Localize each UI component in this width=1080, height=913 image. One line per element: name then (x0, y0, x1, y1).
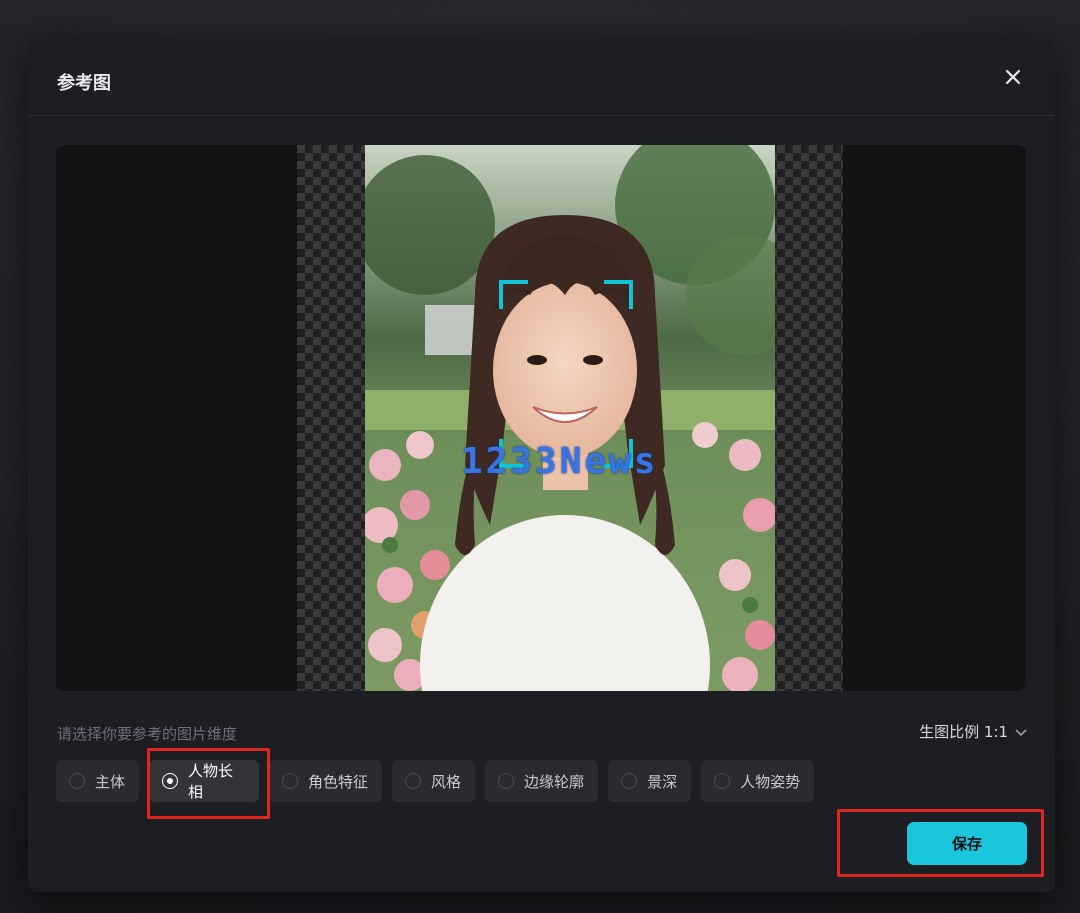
option-edge-contour[interactable]: 边缘轮廓 (485, 760, 599, 802)
dimension-prompt-label: 请选择你要参考的图片维度 (57, 725, 238, 743)
option-label: 人物姿势 (740, 772, 801, 791)
aspect-ratio-dropdown[interactable]: 生图比例 1:1 (919, 721, 1028, 742)
dialog-title: 参考图 (57, 73, 111, 94)
option-label: 风格 (431, 772, 462, 791)
radio-icon (282, 773, 299, 789)
annotation-highlight-option (147, 748, 270, 819)
chevron-down-icon (1015, 728, 1027, 736)
option-label: 边缘轮廓 (524, 772, 585, 791)
aspect-ratio-label: 生图比例 1:1 (919, 723, 1008, 741)
radio-icon (498, 773, 515, 789)
option-subject[interactable]: 主体 (56, 760, 140, 802)
radio-icon (621, 773, 638, 789)
option-depth-of-field[interactable]: 景深 (608, 760, 692, 802)
radio-icon (69, 773, 85, 789)
option-character-features[interactable]: 角色特征 (269, 760, 383, 802)
radio-icon (405, 773, 422, 789)
image-preview: 1233News (56, 145, 1026, 691)
option-style[interactable]: 风格 (392, 760, 476, 802)
close-icon[interactable] (1001, 65, 1025, 89)
option-label: 景深 (647, 772, 678, 791)
option-label: 主体 (95, 772, 126, 791)
annotation-highlight-save (837, 809, 1044, 877)
header-divider (28, 115, 1055, 116)
radio-icon (714, 773, 731, 789)
option-label: 角色特征 (308, 772, 369, 791)
watermark-text: 1233News (461, 441, 659, 482)
option-pose[interactable]: 人物姿势 (701, 760, 815, 802)
